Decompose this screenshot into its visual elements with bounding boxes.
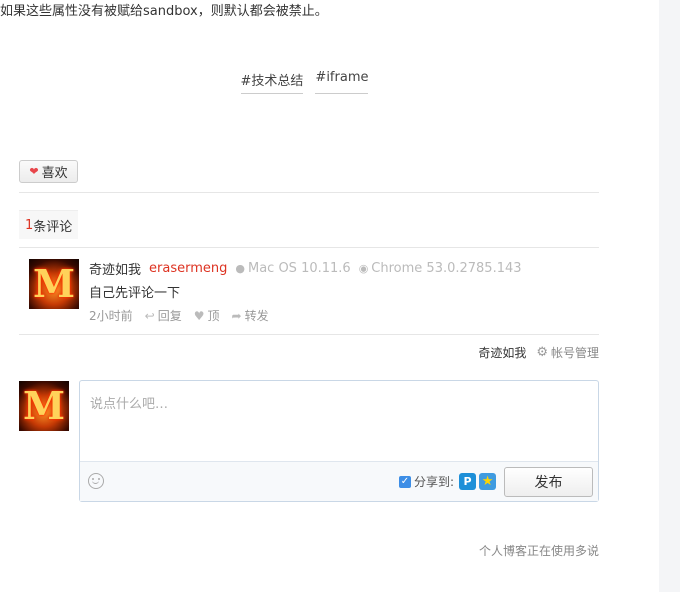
comment-browser: ◉ Chrome 53.0.2785.143 (359, 261, 522, 276)
page-gutter (659, 0, 680, 592)
repost-label: 转发 (244, 309, 269, 323)
comment-reply-to[interactable]: erasermeng (149, 261, 227, 276)
tag-list: #技术总结 #iframe (0, 70, 609, 94)
comment-meta: 奇迹如我 erasermeng ● Mac OS 10.11.6 ◉ Chrom… (89, 259, 522, 278)
comment-time: 2小时前 (89, 309, 133, 323)
share-checkbox[interactable]: ✓ (399, 475, 411, 488)
comment-input[interactable] (80, 381, 598, 461)
divider (19, 334, 599, 335)
tag-tech-summary[interactable]: #技术总结 (240, 70, 304, 94)
qzone-share-icon[interactable]: ★ (479, 473, 497, 490)
account-manage-label: 帐号管理 (550, 346, 599, 360)
comment-count-tab[interactable]: 1 条评论 (19, 210, 79, 239)
divider (19, 192, 599, 193)
article-text: 如果这些属性没有被赋给sandbox，则默认都会被禁止。 (0, 4, 328, 19)
account-row: 奇迹如我 ⚙ 帐号管理 (478, 344, 599, 361)
reply-button[interactable]: ↩ 回复 (145, 307, 182, 324)
upvote-label: 顶 (207, 309, 220, 323)
heart-icon: ❤ (29, 165, 39, 178)
comment-actions: 2小时前 ↩ 回复 ♥ 顶 ➦ 转发 (89, 307, 269, 324)
comment-os-label: Mac OS 10.11.6 (247, 261, 351, 276)
forward-icon: ➦ (231, 308, 242, 323)
comment-count-number: 1 (25, 217, 34, 233)
heart-icon: ♥ (193, 308, 205, 323)
like-button[interactable]: ❤ 喜欢 (19, 160, 78, 183)
share-options: ✓ 分享到: P ★ (399, 473, 497, 490)
account-manage-link[interactable]: ⚙ 帐号管理 (536, 344, 599, 361)
publish-button[interactable]: 发布 (504, 467, 593, 497)
comment-composer: ✓ 分享到: P ★ 发布 (79, 380, 599, 502)
upvote-button[interactable]: ♥ 顶 (194, 307, 220, 324)
powered-by-link[interactable]: 个人博客正在使用多说 (479, 542, 599, 559)
avatar[interactable]: M (19, 381, 69, 431)
like-label: 喜欢 (41, 166, 68, 181)
weibo-share-icon[interactable]: P (459, 473, 477, 490)
tag-iframe[interactable]: #iframe (315, 70, 369, 94)
comment-author[interactable]: 奇迹如我 (89, 259, 141, 278)
account-username[interactable]: 奇迹如我 (478, 344, 526, 361)
avatar[interactable]: M (29, 259, 79, 309)
comment-count-label: 条评论 (33, 219, 73, 235)
comment-browser-label: Chrome 53.0.2785.143 (371, 261, 522, 276)
comment-os: ● Mac OS 10.11.6 (235, 261, 350, 276)
apple-icon: ● (235, 262, 245, 275)
repost-button[interactable]: ➦ 转发 (232, 307, 269, 324)
composer-toolbar: ✓ 分享到: P ★ 发布 (80, 461, 598, 501)
reply-icon: ↩ (144, 308, 155, 323)
gear-icon: ⚙ (536, 345, 548, 360)
comment-text: 自己先评论一下 (89, 286, 181, 301)
share-label: 分享到: (414, 475, 455, 489)
reply-label: 回复 (157, 309, 182, 323)
chrome-icon: ◉ (358, 262, 369, 275)
divider (19, 247, 599, 248)
emoji-icon[interactable] (88, 473, 104, 489)
